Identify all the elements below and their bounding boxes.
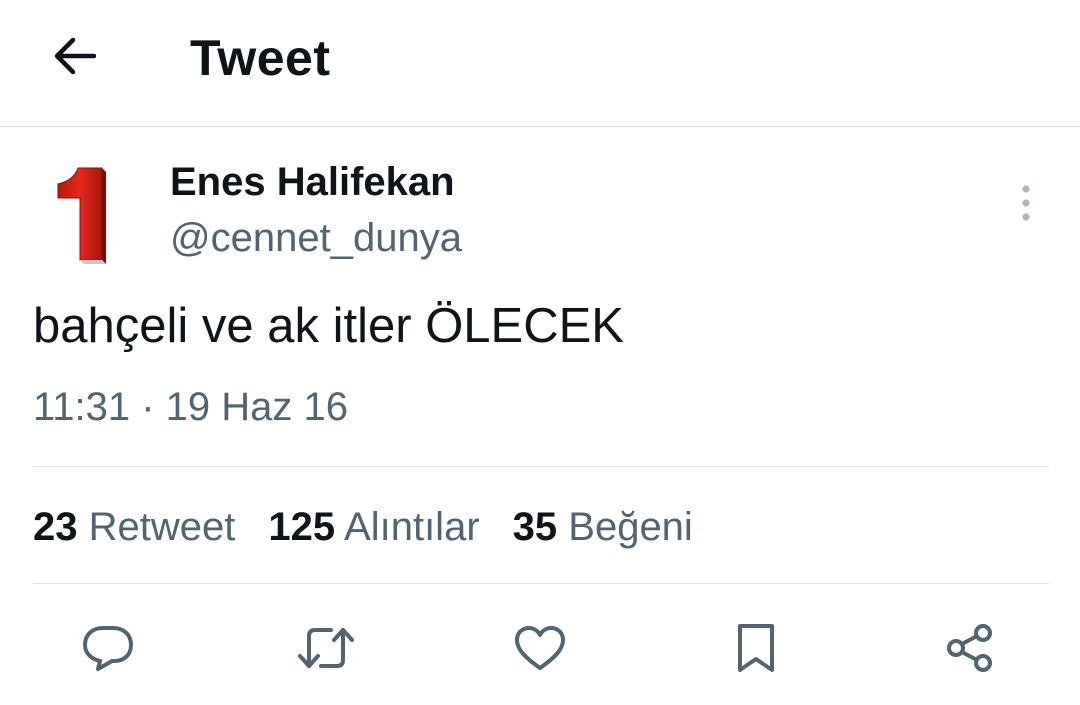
back-button[interactable] xyxy=(44,28,104,84)
stat-retweets[interactable]: 23 Retweet xyxy=(33,502,235,552)
stat-quotes[interactable]: 125 Alıntılar xyxy=(268,502,479,552)
stat-label: Alıntılar xyxy=(344,505,480,549)
reply-button[interactable] xyxy=(78,618,138,678)
avatar[interactable] xyxy=(44,160,124,270)
tweet-text: bahçeli ve ak itler ÖLECEK xyxy=(33,299,624,353)
bookmark-icon xyxy=(735,622,777,674)
tweet-timestamp[interactable]: 11:31 · 19 Haz 16 xyxy=(33,383,348,431)
divider xyxy=(33,466,1049,467)
like-button[interactable] xyxy=(510,618,570,678)
stat-likes[interactable]: 35 Beğeni xyxy=(513,502,693,552)
engagement-stats: 23 Retweet 125 Alıntılar 35 Beğeni xyxy=(33,502,726,552)
stat-label: Beğeni xyxy=(568,505,693,549)
more-options-button[interactable] xyxy=(1006,178,1046,228)
author-name[interactable]: Enes Halifekan xyxy=(170,158,455,206)
stat-label: Retweet xyxy=(88,505,236,549)
heart-icon xyxy=(514,625,566,671)
stat-count: 35 xyxy=(512,505,558,549)
more-vertical-icon xyxy=(1020,183,1032,223)
reply-icon xyxy=(82,624,134,672)
share-icon xyxy=(945,623,995,673)
avatar-one-logo xyxy=(57,167,106,264)
stat-count: 23 xyxy=(33,505,78,549)
bookmark-button[interactable] xyxy=(726,618,786,678)
action-bar xyxy=(0,618,1080,678)
retweet-button[interactable] xyxy=(296,618,356,678)
stat-count: 125 xyxy=(268,505,336,549)
back-arrow-icon xyxy=(52,36,96,76)
divider xyxy=(33,583,1049,584)
share-button[interactable] xyxy=(940,618,1000,678)
retweet-icon xyxy=(297,624,355,672)
tweet-detail-screen: Tweet Enes Halifekan @cennet_dunya bahçe… xyxy=(0,0,1080,705)
page-title: Tweet xyxy=(190,30,331,86)
author-handle[interactable]: @cennet_dunya xyxy=(170,214,462,262)
top-bar: Tweet xyxy=(0,0,1080,127)
